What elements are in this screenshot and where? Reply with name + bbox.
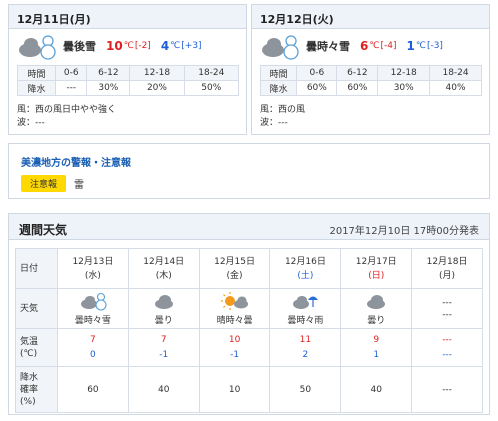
- today-high-diff: [-2]: [134, 41, 151, 51]
- tomorrow-low-unit: ℃: [415, 41, 426, 51]
- temp-cell: 10 -1: [198, 328, 271, 367]
- today-high-temp: 10: [106, 39, 123, 53]
- rain-cell: 40: [340, 366, 413, 413]
- temp-cell: 91: [340, 328, 413, 367]
- rain-cell: 50: [269, 366, 342, 413]
- today-date-title: 12月11日(月): [9, 5, 246, 29]
- cloud-icon: [367, 295, 386, 309]
- sun-cloud-icon: [220, 292, 248, 310]
- date-cell: 12月14日 (木): [127, 248, 200, 289]
- weekly-announced: 2017年12月10日 17時00分発表: [329, 226, 479, 237]
- precip-value-cell: 50%: [183, 80, 240, 96]
- date-cell: 12月16日 (土): [269, 248, 342, 289]
- cloud-umbrella-icon: [293, 296, 319, 309]
- precip-value-cell: 60%: [336, 80, 379, 96]
- today-low-diff: [+3]: [181, 41, 202, 51]
- date-cell: 12月13日 (水): [57, 248, 129, 289]
- weather-cell: 曇時々雨: [269, 288, 342, 329]
- date-row-label: 日付: [15, 248, 58, 289]
- rain-cell: 10: [198, 366, 271, 413]
- weather-cell: --- ---: [411, 288, 483, 329]
- tomorrow-high-temp: 6: [360, 39, 369, 53]
- tomorrow-weather-desc: 曇時々雪: [306, 40, 350, 53]
- temp-cell: 11 2: [269, 328, 342, 367]
- cloud-icon: [154, 295, 173, 309]
- tomorrow-date-title: 12月12日(火): [252, 5, 489, 29]
- temp-cell: --- ---: [411, 328, 483, 367]
- weekly-forecast-panel: 週間天気 2017年12月10日 17時00分発表 日付 12月13日 (水) 1…: [8, 213, 490, 415]
- warning-panel: 美濃地方の警報・注意報 注意報 雷: [8, 143, 490, 199]
- today-low-unit: ℃: [170, 41, 181, 51]
- date-cell: 12月15日 (金): [198, 248, 271, 289]
- precip-head-cell: 18-24: [429, 65, 482, 81]
- date-cell: 12月17日 (日): [340, 248, 413, 289]
- weather-row-label: 天気: [15, 288, 58, 329]
- precip-value-cell: ---: [55, 80, 88, 96]
- weekly-title: 週間天気: [19, 223, 68, 237]
- tomorrow-high-unit: ℃: [369, 41, 380, 51]
- temp-row-label: 気温 (℃): [15, 328, 58, 367]
- weather-cell: 曇り: [340, 288, 413, 329]
- weekly-table: 日付 12月13日 (水) 12月14日 (木) 12月15日 (金) 12月16日(…: [15, 248, 483, 413]
- tomorrow-precip-table: 時間 0-6 6-12 12-18 18-24 降水 60% 60% 30% 4…: [259, 65, 482, 96]
- warning-title-link[interactable]: 美濃地方の警報・注意報: [21, 154, 489, 169]
- weather-cell: 晴時々曇: [198, 288, 271, 329]
- precip-value-cell: 60%: [296, 80, 338, 96]
- precip-head-cell: 時間: [259, 65, 298, 81]
- tomorrow-high-diff: [-4]: [380, 41, 397, 51]
- precip-label-cell: 降水: [16, 80, 57, 96]
- rain-cell: 60: [57, 366, 129, 413]
- cloud-snowman-icon: [80, 292, 107, 311]
- precip-head-cell: 0-6: [296, 65, 338, 81]
- weather-cell: 曇時々雪: [57, 288, 129, 329]
- tomorrow-wave: 波：---: [260, 118, 288, 128]
- tomorrow-forecast-card: 12月12日(火) 曇時々雪 6 ℃ [-4] 1 ℃ [-3] 時間 0-6 6-12…: [251, 4, 490, 135]
- weather-cell: 曇り: [127, 288, 200, 329]
- rain-row-label: 降水 確率 (%): [15, 366, 58, 413]
- cloud-sometimes-snowman-icon: [262, 35, 299, 60]
- advisory-badge: 注意報: [21, 175, 67, 192]
- today-high-unit: ℃: [123, 41, 134, 51]
- advisory-item: 雷: [74, 180, 85, 191]
- precip-head-cell: 6-12: [86, 65, 131, 81]
- today-weather-desc: 曇後雪: [63, 40, 96, 53]
- tomorrow-low-temp: 1: [406, 39, 415, 53]
- precip-value-cell: 40%: [429, 80, 482, 96]
- precip-value-cell: 20%: [129, 80, 185, 96]
- temp-cell: 7 -1: [127, 328, 200, 367]
- rain-cell: 40: [127, 366, 200, 413]
- precip-head-cell: 12-18: [129, 65, 185, 81]
- today-forecast-card: 12月11日(月) 曇後雪 10 ℃ [-2] 4 ℃ [+3] 時間 0-6 6-12…: [8, 4, 247, 135]
- cloud-then-snowman-icon: [19, 35, 56, 60]
- today-wave: 波：---: [17, 118, 45, 128]
- precip-label-cell: 降水: [259, 80, 298, 96]
- precip-head-cell: 18-24: [183, 65, 240, 81]
- precip-value-cell: 30%: [86, 80, 131, 96]
- precip-head-cell: 時間: [16, 65, 57, 81]
- tomorrow-wind: 風：西の風: [260, 105, 306, 115]
- date-cell: 12月18日 (月): [411, 248, 483, 289]
- precip-head-cell: 0-6: [55, 65, 88, 81]
- precip-head-cell: 6-12: [336, 65, 379, 81]
- today-low-temp: 4: [160, 39, 170, 53]
- precip-head-cell: 12-18: [377, 65, 431, 81]
- tomorrow-low-diff: [-3]: [426, 41, 443, 51]
- temp-cell: 70: [57, 328, 129, 367]
- today-precip-table: 時間 0-6 6-12 12-18 18-24 降水 --- 30% 20% 5…: [16, 65, 240, 96]
- precip-value-cell: 30%: [377, 80, 431, 96]
- rain-cell: ---: [411, 366, 483, 413]
- today-wind: 風：西の風日中やや強く: [17, 105, 117, 115]
